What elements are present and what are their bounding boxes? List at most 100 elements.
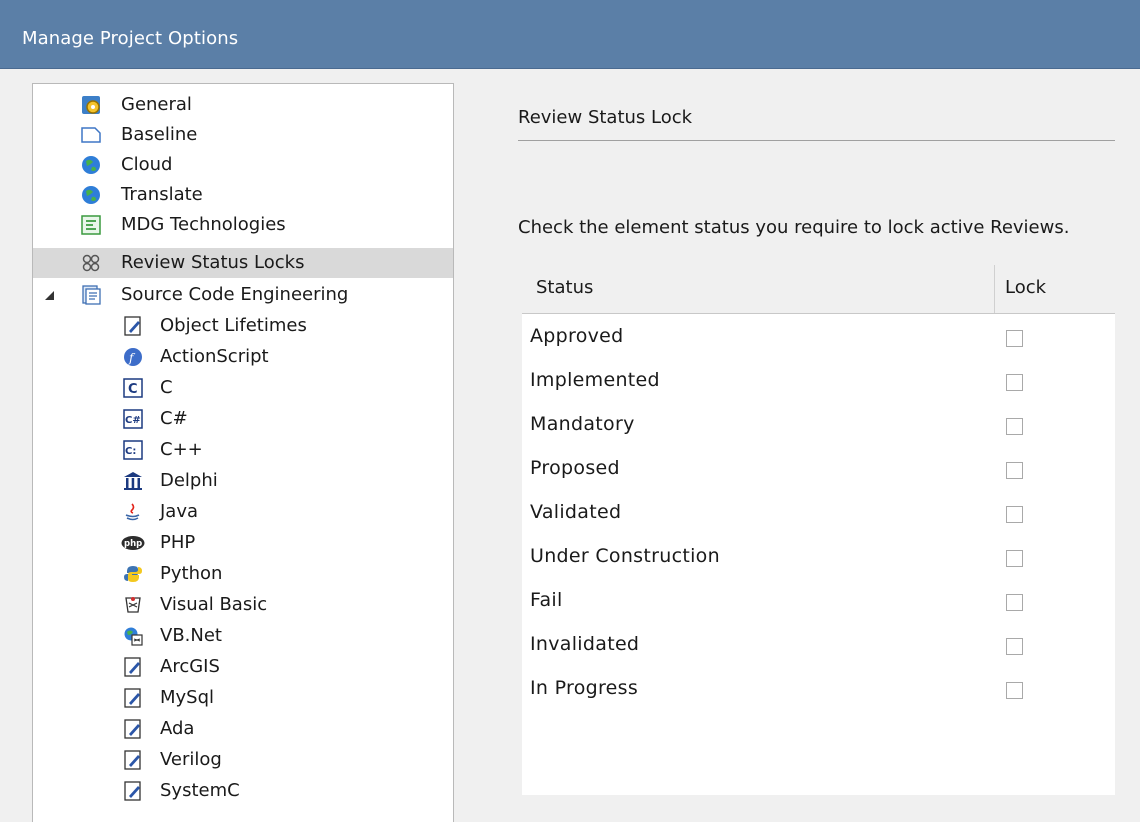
options-tree[interactable]: General Baseline Cloud Translate MDG Tec… bbox=[32, 83, 454, 822]
tree-item-python[interactable]: Python bbox=[33, 559, 453, 589]
lock-checkbox[interactable] bbox=[1006, 594, 1023, 611]
tree-item-delphi[interactable]: Delphi bbox=[33, 466, 453, 496]
table-row[interactable]: Validated bbox=[522, 491, 1115, 535]
section-divider bbox=[518, 140, 1115, 141]
svg-text:php: php bbox=[124, 539, 142, 549]
lock-checkbox[interactable] bbox=[1006, 550, 1023, 567]
status-cell: Proposed bbox=[530, 457, 620, 479]
tree-item-label: Visual Basic bbox=[160, 594, 268, 615]
tree-item-cloud[interactable]: Cloud bbox=[33, 150, 453, 180]
php-icon: php bbox=[121, 533, 145, 553]
expanded-arrow-icon[interactable] bbox=[45, 291, 54, 300]
table-row[interactable]: Implemented bbox=[522, 359, 1115, 403]
translate-globe-icon bbox=[81, 185, 101, 205]
lock-checkbox[interactable] bbox=[1006, 374, 1023, 391]
status-lock-grid: Status Lock Approved Implemented Mandato… bbox=[522, 265, 1115, 795]
grid-header: Status Lock bbox=[522, 265, 1115, 314]
tree-item-arcgis[interactable]: ArcGIS bbox=[33, 652, 453, 682]
table-row[interactable]: In Progress bbox=[522, 667, 1115, 711]
tree-item-ada[interactable]: Ada bbox=[33, 714, 453, 744]
cloud-globe-icon bbox=[81, 155, 101, 175]
source-code-icon bbox=[81, 285, 101, 305]
manage-project-options-window: Manage Project Options General Baseline … bbox=[0, 0, 1140, 822]
tree-item-c[interactable]: C C bbox=[33, 373, 453, 403]
tree-item-php[interactable]: php PHP bbox=[33, 528, 453, 558]
tree-item-label: ArcGIS bbox=[160, 656, 220, 677]
lock-checkbox[interactable] bbox=[1006, 638, 1023, 655]
tree-item-label: Translate bbox=[121, 184, 203, 205]
lock-checkbox[interactable] bbox=[1006, 462, 1023, 479]
tree-item-label: Source Code Engineering bbox=[121, 284, 349, 305]
section-heading: Review Status Lock bbox=[518, 107, 693, 128]
mdg-icon bbox=[81, 215, 101, 235]
tree-item-label: C++ bbox=[160, 439, 203, 460]
tree-item-label: C bbox=[160, 377, 173, 398]
tree-item-mysql[interactable]: MySql bbox=[33, 683, 453, 713]
table-row[interactable]: Proposed bbox=[522, 447, 1115, 491]
lock-checkbox[interactable] bbox=[1006, 330, 1023, 347]
table-row[interactable]: Under Construction bbox=[522, 535, 1115, 579]
actionscript-icon: f bbox=[123, 347, 143, 367]
java-icon bbox=[123, 502, 143, 522]
tree-item-label: MySql bbox=[160, 687, 215, 708]
document-pen-icon bbox=[123, 719, 143, 739]
svg-text:C: C bbox=[128, 382, 138, 397]
tree-item-general[interactable]: General bbox=[33, 90, 453, 120]
status-cell: Implemented bbox=[530, 369, 660, 391]
tree-item-source-code-engineering[interactable]: Source Code Engineering bbox=[33, 280, 453, 310]
csharp-icon: C# bbox=[123, 409, 143, 429]
table-row[interactable]: Mandatory bbox=[522, 403, 1115, 447]
visual-basic-icon bbox=[123, 595, 143, 615]
document-pen-icon bbox=[123, 781, 143, 801]
instruction-text: Check the element status you require to … bbox=[518, 217, 1070, 238]
tree-item-baseline[interactable]: Baseline bbox=[33, 120, 453, 150]
python-icon bbox=[123, 564, 143, 584]
status-cell: Approved bbox=[530, 325, 624, 347]
tree-item-label: Ada bbox=[160, 718, 195, 739]
table-row[interactable]: Invalidated bbox=[522, 623, 1115, 667]
table-row[interactable]: Approved bbox=[522, 315, 1115, 359]
lock-checkbox[interactable] bbox=[1006, 506, 1023, 523]
tree-item-object-lifetimes[interactable]: Object Lifetimes bbox=[33, 311, 453, 341]
general-icon bbox=[81, 95, 101, 115]
tree-item-label: Baseline bbox=[121, 124, 198, 145]
window-title: Manage Project Options bbox=[22, 28, 239, 49]
document-pen-icon bbox=[123, 316, 143, 336]
title-bar: Manage Project Options bbox=[0, 0, 1140, 69]
review-locks-icon bbox=[81, 253, 101, 273]
tree-item-systemc[interactable]: SystemC bbox=[33, 776, 453, 806]
tree-item-review-status-locks[interactable]: Review Status Locks bbox=[33, 248, 453, 278]
tree-item-actionscript[interactable]: f ActionScript bbox=[33, 342, 453, 372]
lock-checkbox[interactable] bbox=[1006, 418, 1023, 435]
column-header-lock-label: Lock bbox=[1005, 277, 1047, 298]
tree-item-csharp[interactable]: C# C# bbox=[33, 404, 453, 434]
tree-item-translate[interactable]: Translate bbox=[33, 180, 453, 210]
document-pen-icon bbox=[123, 750, 143, 770]
tree-item-label: SystemC bbox=[160, 780, 240, 801]
column-header-lock[interactable]: Lock bbox=[994, 265, 1116, 313]
status-cell: Invalidated bbox=[530, 633, 640, 655]
tree-item-label: VB.Net bbox=[160, 625, 222, 646]
svg-text:C#: C# bbox=[125, 415, 141, 426]
tree-item-label: C# bbox=[160, 408, 188, 429]
status-cell: In Progress bbox=[530, 677, 639, 699]
status-cell: Fail bbox=[530, 589, 563, 611]
table-row[interactable]: Fail bbox=[522, 579, 1115, 623]
tree-item-visual-basic[interactable]: Visual Basic bbox=[33, 590, 453, 620]
cpp-icon: C: bbox=[123, 440, 143, 460]
status-cell: Under Construction bbox=[530, 545, 720, 567]
column-header-status[interactable]: Status bbox=[536, 277, 593, 298]
tree-item-label: Cloud bbox=[121, 154, 173, 175]
tree-item-cpp[interactable]: C: C++ bbox=[33, 435, 453, 465]
status-cell: Mandatory bbox=[530, 413, 635, 435]
tree-item-mdg-technologies[interactable]: MDG Technologies bbox=[33, 210, 453, 240]
tree-item-label: MDG Technologies bbox=[121, 214, 286, 235]
tree-item-label: PHP bbox=[160, 532, 196, 553]
lock-checkbox[interactable] bbox=[1006, 682, 1023, 699]
tree-item-verilog[interactable]: Verilog bbox=[33, 745, 453, 775]
tree-item-label: Python bbox=[160, 563, 223, 584]
tree-item-java[interactable]: Java bbox=[33, 497, 453, 527]
tree-item-label: General bbox=[121, 94, 192, 115]
tree-item-vbnet[interactable]: VB.Net bbox=[33, 621, 453, 651]
document-pen-icon bbox=[123, 688, 143, 708]
